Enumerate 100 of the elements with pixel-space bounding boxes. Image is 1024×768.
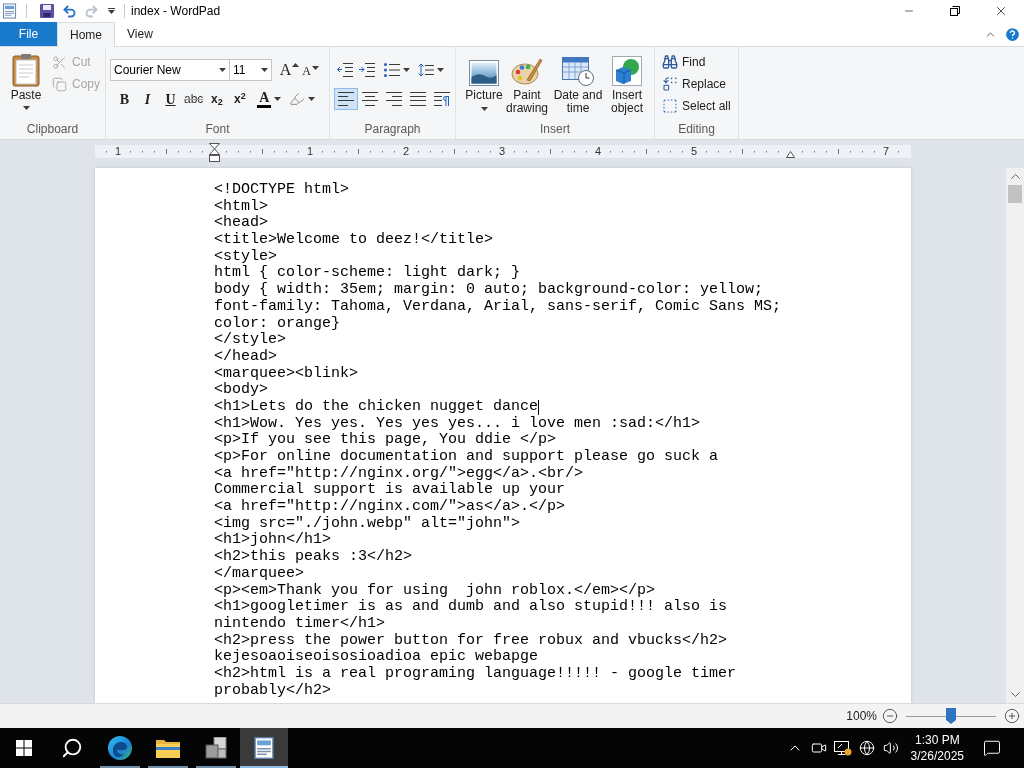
font-color-button[interactable]: A	[255, 88, 284, 110]
caret-icon	[480, 107, 488, 111]
caret-icon	[261, 68, 268, 72]
globe-icon	[858, 740, 875, 756]
text-line: kejesoaoiseoisosioadioa epic webapge	[214, 649, 539, 666]
save-icon	[40, 4, 54, 18]
grow-font-button[interactable]: A	[279, 59, 300, 81]
ruler-number: 1	[114, 145, 122, 158]
align-right-icon	[386, 92, 402, 106]
datetime-button[interactable]: Date and time	[550, 52, 606, 120]
text-line: font-family: Tahoma, Verdana, Arial, sans-serif, Comic Sans MS;	[214, 298, 782, 316]
clock-time[interactable]: 1:30 PM	[914, 732, 960, 748]
text-line: </style>	[214, 332, 286, 349]
swirl-icon	[108, 736, 132, 760]
document-page[interactable]	[95, 168, 911, 703]
zoom-slider[interactable]	[906, 708, 996, 724]
bullet-list-icon	[384, 63, 400, 77]
text-line: Commercial support is available up your	[214, 482, 566, 499]
text-line: nintendo timer</h1>	[214, 615, 386, 633]
text-line: <p><em>Thank you for using john roblox.</em></p>	[214, 582, 656, 599]
ribbon-tab[interactable]: Home	[57, 22, 115, 47]
text-line: <h1>Lets do the chicken nugget dance	[214, 398, 539, 416]
paste-button[interactable]: Paste	[5, 50, 47, 116]
caret-icon	[308, 97, 316, 101]
caret-icon	[274, 97, 282, 101]
caret-icon	[107, 8, 115, 14]
speech-bubble-icon	[983, 739, 1001, 757]
caret-icon	[311, 66, 319, 70]
folder-icon	[156, 738, 180, 758]
group-label: Font	[205, 121, 230, 138]
restore-icon	[950, 6, 960, 16]
redo-icon	[83, 3, 99, 19]
ruler-number: 7	[882, 145, 890, 158]
shrink-font-button[interactable]: A	[300, 59, 321, 81]
text-line: <body>	[214, 382, 268, 399]
text-line: <html>	[214, 198, 268, 215]
text-line: <p>For online documentation and support please go suck a	[214, 449, 719, 466]
ruler-number: 3	[498, 145, 506, 158]
text-line: color: orange}	[214, 315, 341, 332]
underline-button[interactable]: U	[159, 88, 182, 110]
text-line: <marquee><blink>	[214, 365, 359, 382]
zoom-slider-thumb[interactable]	[946, 708, 956, 724]
binoculars-icon	[662, 54, 678, 70]
text-line: probably</h2>	[214, 682, 332, 700]
copy-icon	[52, 76, 67, 92]
superscript-button[interactable]: x$^{2}$	[228, 88, 252, 110]
ribbon-tab[interactable]: View	[115, 22, 165, 46]
ruler-number: 2	[402, 145, 410, 158]
replace-icon	[662, 76, 678, 92]
replace-button[interactable]: Replace	[661, 73, 732, 95]
increase-indent-icon	[359, 63, 375, 77]
clipboard-icon	[12, 53, 40, 87]
align-left-icon	[338, 92, 354, 106]
vertical-scrollbar[interactable]	[1006, 168, 1024, 703]
right-indent-marker-icon[interactable]	[785, 151, 795, 158]
speaker-icon	[882, 740, 899, 756]
search-icon	[61, 737, 83, 759]
document-icon	[253, 736, 275, 760]
line-spacing-icon	[418, 63, 434, 77]
align-left-button[interactable]	[334, 88, 358, 110]
text-line: <a href="http://nginx.org/">egg</a>.<br/>	[214, 465, 584, 482]
scrollbar-thumb[interactable]	[1008, 185, 1022, 203]
subscript-button[interactable]: x$_{2}$	[205, 88, 229, 110]
object-button[interactable]: Insert object	[606, 52, 648, 120]
justify-icon	[410, 92, 426, 106]
text-line: body { width: 35em; margin: 0 auto; background-color: yellow;	[214, 282, 764, 299]
file-menu-tab[interactable]: File	[0, 22, 57, 46]
zoom-level-text: 100%	[846, 708, 877, 725]
blocks-icon	[204, 737, 228, 759]
paint-palette-icon	[511, 56, 543, 86]
paint-button[interactable]: Paint drawing	[504, 52, 550, 120]
caret-icon	[22, 106, 30, 110]
find-button[interactable]: Find	[661, 51, 732, 73]
zoom-in-icon[interactable]	[1004, 708, 1020, 724]
italic-button[interactable]: I	[136, 88, 159, 110]
text-line: <h1>googletimer is as and dumb and also stupid!!! also is	[214, 599, 728, 616]
font-size-combo[interactable]: 11	[229, 59, 272, 81]
zoom-out-icon[interactable]	[882, 708, 898, 724]
undo-icon	[61, 3, 77, 19]
clock-date[interactable]: 3/26/2025	[910, 748, 964, 764]
paragraph-mark-icon	[434, 92, 450, 106]
caret-icon	[437, 68, 444, 72]
decrease-indent-icon	[337, 63, 353, 77]
text-line: </head>	[214, 348, 277, 366]
taskbar-app-button[interactable]	[240, 728, 288, 768]
window-title: index - WordPad	[131, 3, 221, 20]
highlighter-icon	[289, 91, 306, 107]
font-family-combo[interactable]: Courier New	[110, 59, 230, 81]
text-line: <img src="./john.webp" alt="john">	[214, 515, 521, 532]
text-line: <style>	[214, 248, 277, 265]
help-icon[interactable]	[1004, 25, 1021, 43]
caret-icon	[219, 68, 226, 72]
left-indent-marker-icon[interactable]	[208, 143, 220, 162]
bold-button[interactable]: B	[113, 88, 136, 110]
select-all-button[interactable]: Select all	[661, 95, 732, 117]
text-line: <!DOCTYPE html>	[214, 182, 350, 199]
picture-button[interactable]: Picture	[464, 52, 504, 120]
group-label: Editing	[678, 121, 715, 138]
scissors-icon	[52, 54, 67, 70]
close-icon	[994, 4, 1008, 18]
